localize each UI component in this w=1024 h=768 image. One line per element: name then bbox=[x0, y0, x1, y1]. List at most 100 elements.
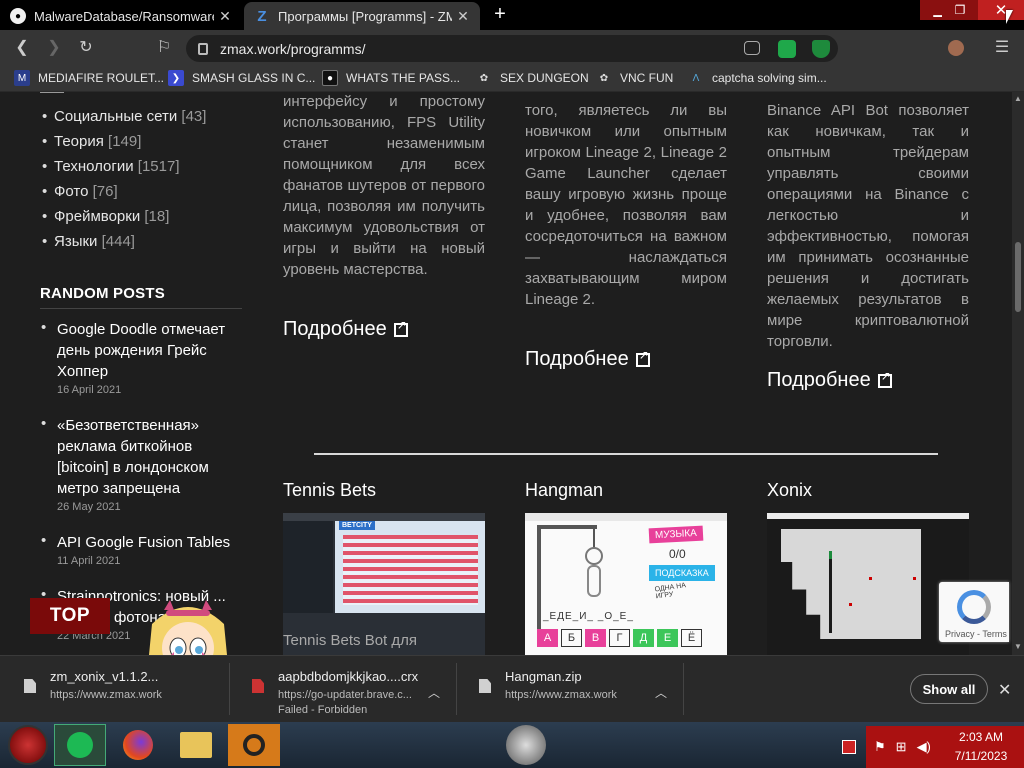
recaptcha-icon bbox=[957, 590, 991, 624]
recaptcha-badge[interactable]: Privacy - Terms bbox=[939, 582, 1009, 642]
shield-extension-icon[interactable] bbox=[812, 40, 830, 58]
web-page: ▬▬ Социальные сети [43] Теория [149] Тех… bbox=[0, 92, 1012, 655]
recaptcha-links[interactable]: Privacy - Terms bbox=[945, 629, 1007, 639]
category-link[interactable]: Технологии [1517] bbox=[42, 158, 179, 175]
scroll-to-top-button[interactable]: TOP bbox=[30, 598, 110, 634]
bookmark-icon: ✿ bbox=[599, 72, 609, 84]
bookmark-sex-dungeon[interactable]: ✿ SEX DUNGEON bbox=[476, 70, 589, 86]
external-link-icon bbox=[393, 318, 408, 337]
bookmark-label: MEDIAFIRE ROULET... bbox=[38, 71, 165, 85]
clock-time: 2:03 AM bbox=[958, 730, 1004, 744]
new-tab-button[interactable]: + bbox=[488, 4, 512, 26]
tray-app-icon[interactable] bbox=[842, 740, 856, 754]
close-icon[interactable]: ✕ bbox=[998, 680, 1011, 700]
random-post[interactable]: Google Doodle отмечает день рождения Гре… bbox=[41, 319, 242, 396]
page-scrollbar[interactable]: ▲ ▼ bbox=[1012, 92, 1024, 655]
chevron-up-icon[interactable]: ︿ bbox=[655, 684, 667, 701]
zmax-icon: Z bbox=[257, 7, 267, 25]
bookmark-mediafire[interactable]: M MEDIAFIRE ROULET... bbox=[14, 70, 164, 86]
random-post[interactable]: «Безответственная» реклама биткойнов [bi… bbox=[41, 415, 242, 513]
category-link[interactable]: Фото [76] bbox=[42, 183, 118, 200]
tab-zmax-programms[interactable]: Z Программы [Programms] - ZMax ✕ bbox=[244, 2, 480, 30]
address-bar[interactable]: zmax.work/programms/ bbox=[186, 35, 838, 62]
bookmark-whats-the-pass[interactable]: ● WHATS THE PASS... bbox=[322, 70, 460, 86]
file-icon bbox=[252, 679, 264, 693]
category-link[interactable]: ▬▬ bbox=[28, 92, 64, 96]
product-description: того, являетесь ли вы новичком или опытн… bbox=[525, 102, 727, 308]
download-item[interactable]: Hangman.zip https://www.zmax.work bbox=[479, 669, 649, 709]
avatar[interactable] bbox=[948, 40, 964, 56]
url-text[interactable]: zmax.work/programms/ bbox=[220, 41, 365, 57]
chevron-up-icon[interactable]: ︿ bbox=[428, 684, 440, 701]
show-all-button[interactable]: Show all bbox=[910, 674, 988, 704]
hangman-screenshot[interactable]: МУЗЫКА 0/0 ПОДСКАЗКА ОДНА НА ИГРУ _ЕДЕ_И… bbox=[525, 513, 727, 655]
download-filename: zm_xonix_v1.1.2... bbox=[50, 669, 159, 684]
flag-icon[interactable]: ⚑ bbox=[874, 739, 886, 755]
bookmark-captcha[interactable]: Λ captcha solving sim... bbox=[688, 70, 827, 86]
category-link[interactable]: Языки [444] bbox=[42, 233, 135, 250]
bookmark-label: SEX DUNGEON bbox=[500, 71, 589, 85]
volume-icon[interactable]: ◀) bbox=[917, 739, 931, 755]
github-icon: ● bbox=[10, 8, 26, 24]
product-title[interactable]: Hangman bbox=[525, 480, 603, 501]
letter-row: А Б В Г Д Е Ё bbox=[537, 629, 702, 647]
close-window-button[interactable]: ✕ bbox=[978, 0, 1024, 20]
bookmark-star-icon[interactable]: ⚐ bbox=[154, 38, 174, 58]
search-app-icon[interactable] bbox=[228, 724, 280, 766]
product-title[interactable]: Xonix bbox=[767, 480, 812, 501]
download-item[interactable]: aapbdbdomjkkjkao....crx https://go-updat… bbox=[252, 669, 422, 716]
translate-icon[interactable] bbox=[744, 41, 760, 55]
section-divider bbox=[314, 453, 938, 455]
reload-icon[interactable]: ↻ bbox=[76, 38, 96, 58]
close-tab-icon[interactable]: ✕ bbox=[456, 8, 470, 25]
back-icon[interactable]: ❮ bbox=[12, 38, 32, 58]
tab-title: MalwareDatabase/Ransomware/Tr bbox=[34, 8, 214, 24]
bookmark-label: VNC FUN bbox=[620, 71, 674, 85]
bookmark-icon: ❯ bbox=[168, 70, 184, 86]
taskbar-clock[interactable]: 2:03 AM 7/11/2023 bbox=[948, 728, 1014, 766]
download-filename: Hangman.zip bbox=[505, 669, 582, 684]
tab-title: Программы [Programms] - ZMax bbox=[278, 8, 452, 24]
close-tab-icon[interactable]: ✕ bbox=[218, 8, 232, 25]
download-item[interactable]: zm_xonix_v1.1.2... https://www.zmax.work bbox=[24, 669, 224, 709]
file-icon bbox=[24, 679, 36, 693]
post-title[interactable]: Google Doodle отмечает день рождения Гре… bbox=[57, 319, 242, 382]
category-link[interactable]: Теория [149] bbox=[42, 133, 141, 150]
post-title[interactable]: «Безответственная» реклама биткойнов [bi… bbox=[57, 415, 242, 499]
divider bbox=[40, 308, 242, 309]
forward-icon[interactable]: ❯ bbox=[44, 38, 64, 58]
scrollbar-thumb[interactable] bbox=[1015, 242, 1021, 312]
product-description: интерфейсу и простому использованию, FPS… bbox=[283, 93, 485, 278]
menu-icon[interactable]: ☰ bbox=[992, 38, 1012, 58]
music-label: МУЗЫКА bbox=[648, 525, 704, 544]
post-date: 11 April 2021 bbox=[57, 555, 121, 567]
post-date: 16 April 2021 bbox=[57, 384, 122, 396]
one-per-game-label: ОДНА НА ИГРУ bbox=[654, 582, 687, 601]
firefox-icon[interactable] bbox=[112, 724, 164, 766]
bookmark-icon: Λ bbox=[692, 72, 700, 84]
post-title[interactable]: API Google Fusion Tables bbox=[57, 532, 242, 553]
bookmark-icon: ● bbox=[322, 70, 338, 86]
separator bbox=[229, 663, 230, 715]
bookmark-smash-glass[interactable]: ❯ SMASH GLASS IN C... bbox=[168, 70, 315, 86]
network-icon[interactable]: ⊞ bbox=[896, 739, 907, 755]
random-post[interactable]: API Google Fusion Tables 11 April 2021 bbox=[41, 532, 242, 567]
tab-malware-database[interactable]: ● MalwareDatabase/Ransomware/Tr ✕ bbox=[0, 2, 242, 30]
spotify-icon[interactable] bbox=[54, 724, 106, 766]
read-more-link[interactable]: Подробнее bbox=[525, 348, 650, 371]
category-link[interactable]: Фреймворки [18] bbox=[42, 208, 169, 225]
start-button[interactable] bbox=[2, 724, 54, 766]
read-more-link[interactable]: Подробнее bbox=[283, 318, 408, 341]
bookmark-label: WHATS THE PASS... bbox=[346, 71, 461, 85]
bookmark-vnc-fun[interactable]: ✿ VNC FUN bbox=[596, 70, 674, 86]
alienware-icon bbox=[500, 724, 552, 766]
category-link[interactable]: Социальные сети [43] bbox=[42, 108, 206, 125]
post-date: 26 May 2021 bbox=[57, 501, 121, 513]
maximize-button[interactable]: ❐ bbox=[942, 0, 978, 20]
file-explorer-icon[interactable] bbox=[170, 724, 222, 766]
read-more-link[interactable]: Подробнее bbox=[767, 369, 892, 392]
product-title[interactable]: Tennis Bets bbox=[283, 480, 376, 501]
bookmark-label: SMASH GLASS IN C... bbox=[192, 71, 316, 85]
external-link-icon bbox=[635, 348, 650, 367]
grammar-extension-icon[interactable] bbox=[778, 40, 796, 58]
